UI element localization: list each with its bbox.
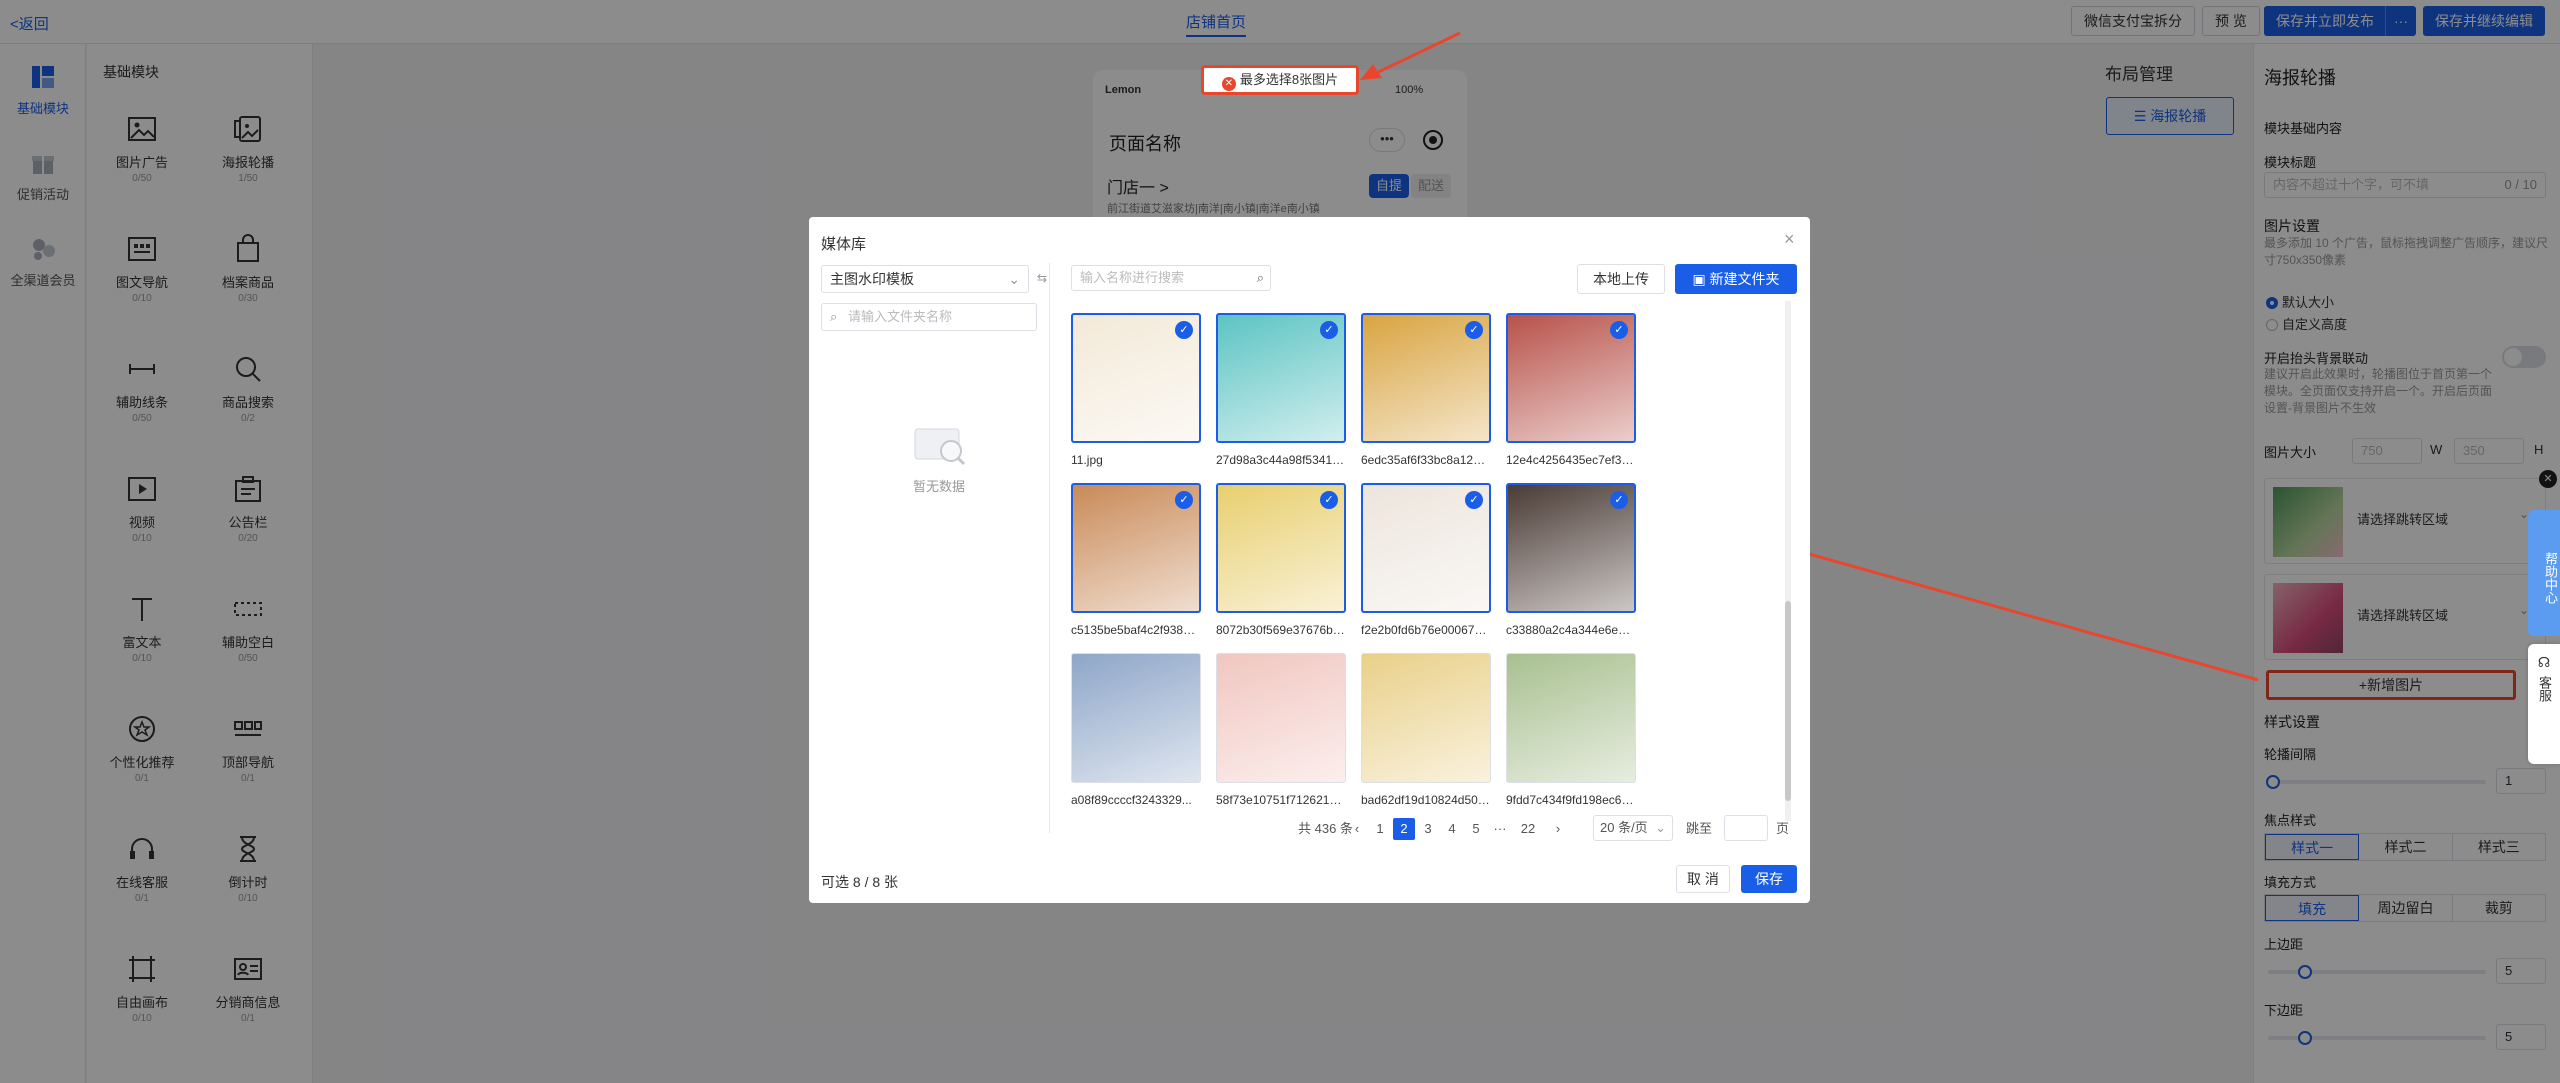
selected-check-icon[interactable]: ✓	[1175, 491, 1193, 509]
image-thumbnail[interactable]	[1071, 653, 1201, 783]
page-22[interactable]: 22	[1517, 818, 1539, 840]
image-file-name: 27d98a3c44a98f5341c76...	[1216, 453, 1346, 467]
next-page-icon[interactable]: ›	[1547, 818, 1569, 840]
toast-text: 最多选择8张图片	[1239, 72, 1339, 87]
image-card[interactable]: ✓ c33880a2c4a344e6e343...	[1506, 483, 1636, 637]
image-file-name: 6edc35af6f33bc8a12acc...	[1361, 453, 1491, 467]
image-thumbnail[interactable]	[1506, 653, 1636, 783]
service-label: 客服	[2537, 676, 2552, 702]
image-file-name: c33880a2c4a344e6e343...	[1506, 623, 1636, 637]
image-card[interactable]: ✓ 12e4c4256435ec7ef36f...	[1506, 313, 1636, 467]
page-unit: 页	[1776, 821, 1790, 836]
image-card[interactable]: a08f89ccccf3243329...	[1071, 653, 1201, 807]
selected-check-icon[interactable]: ✓	[1610, 321, 1628, 339]
image-file-name: 58f73e10751f71262157...	[1216, 793, 1346, 807]
page-1[interactable]: 1	[1369, 818, 1391, 840]
empty-state: 暂无数据	[879, 417, 999, 495]
image-thumbnail[interactable]: ✓	[1361, 483, 1491, 613]
media-library-modal: 媒体库 × 主图水印模板 ⌄ ⇆ ⌕ 请输入文件夹名称 暂无数据 输入名称进行搜索 ⌕…	[809, 217, 1810, 903]
image-thumbnail[interactable]: ✓	[1216, 483, 1346, 613]
image-grid-scrollbar[interactable]	[1785, 301, 1791, 821]
jump-page-input[interactable]	[1724, 815, 1768, 841]
max-selection-toast: ✕ 最多选择8张图片	[1201, 65, 1359, 95]
page-size-select[interactable]: 20 条/页 ⌄	[1593, 815, 1673, 841]
image-thumbnail[interactable]: ✓	[1361, 313, 1491, 443]
prev-page-icon[interactable]: ‹	[1346, 818, 1368, 840]
local-upload-button[interactable]: 本地上传	[1577, 264, 1665, 294]
headset-icon: ☊	[2537, 654, 2551, 670]
image-card[interactable]: ✓ f2e2b0fd6b76e0006788d...	[1361, 483, 1491, 637]
save-button[interactable]: 保存	[1741, 865, 1797, 893]
image-card[interactable]: ✓ 6edc35af6f33bc8a12acc...	[1361, 313, 1491, 467]
image-file-name: c5135be5baf4c2f9383e...	[1071, 623, 1201, 637]
selected-check-icon[interactable]: ✓	[1320, 321, 1338, 339]
page-ellipsis[interactable]: ···	[1489, 818, 1511, 840]
image-file-name: a08f89ccccf3243329...	[1071, 793, 1192, 807]
panel-divider	[1049, 263, 1050, 833]
empty-text: 暂无数据	[912, 479, 965, 494]
image-card[interactable]: ✓ c5135be5baf4c2f9383e...	[1071, 483, 1201, 637]
page-5[interactable]: 5	[1465, 818, 1487, 840]
image-thumbnail[interactable]	[1361, 653, 1491, 783]
folder-icon: ▣	[1692, 271, 1710, 287]
available-count: 可选 8 / 8 张	[821, 874, 899, 890]
selected-check-icon[interactable]: ✓	[1610, 491, 1628, 509]
search-icon: ⌕	[1256, 270, 1264, 285]
cancel-button[interactable]: 取 消	[1676, 865, 1730, 893]
image-thumbnail[interactable]: ✓	[1071, 313, 1201, 443]
page-size-value: 20 条/页	[1600, 820, 1648, 835]
search-icon: ⌕	[830, 309, 838, 324]
modal-title: 媒体库	[821, 236, 867, 253]
image-file-name: 12e4c4256435ec7ef36f...	[1506, 453, 1636, 467]
image-search-input[interactable]: 输入名称进行搜索 ⌕	[1071, 265, 1271, 291]
image-thumbnail[interactable]	[1216, 653, 1346, 783]
image-thumbnail[interactable]: ✓	[1071, 483, 1201, 613]
image-card[interactable]: 58f73e10751f71262157...	[1216, 653, 1346, 807]
image-file-name: bad62df19d10824d50c8...	[1361, 793, 1491, 807]
page-3[interactable]: 3	[1417, 818, 1439, 840]
selected-check-icon[interactable]: ✓	[1465, 491, 1483, 509]
total-count: 共 436 条	[1298, 821, 1353, 836]
error-icon: ✕	[1221, 77, 1236, 91]
image-card[interactable]: ✓ 11.jpg	[1071, 313, 1201, 467]
jump-label: 跳至	[1686, 821, 1713, 836]
chevron-down-icon: ⌄	[1655, 820, 1666, 835]
empty-box-icon	[914, 428, 966, 466]
help-center-widget[interactable]: 帮助中心	[2528, 510, 2560, 636]
collapse-icon[interactable]: ⇆	[1037, 271, 1047, 285]
new-folder-button[interactable]: ▣ 新建文件夹	[1675, 264, 1797, 294]
image-card[interactable]: bad62df19d10824d50c8...	[1361, 653, 1491, 807]
selected-check-icon[interactable]: ✓	[1175, 321, 1193, 339]
image-file-name: f2e2b0fd6b76e0006788d...	[1361, 623, 1491, 637]
image-card[interactable]: ✓ 27d98a3c44a98f5341c76...	[1216, 313, 1346, 467]
image-file-name: 8072b30f569e37676b2...	[1216, 623, 1346, 637]
image-thumbnail[interactable]: ✓	[1506, 313, 1636, 443]
folder-select-value: 主图水印模板	[830, 271, 914, 287]
image-file-name: 9fdd7c434f9fd198ec64...	[1506, 793, 1636, 807]
image-card[interactable]: 9fdd7c434f9fd198ec64...	[1506, 653, 1636, 807]
image-card[interactable]: ✓ 8072b30f569e37676b2...	[1216, 483, 1346, 637]
customer-service-widget[interactable]: ☊ 客服	[2528, 644, 2560, 764]
page-4[interactable]: 4	[1441, 818, 1463, 840]
image-thumbnail[interactable]: ✓	[1216, 313, 1346, 443]
folder-search-input[interactable]: ⌕ 请输入文件夹名称	[821, 303, 1037, 331]
image-file-name: 11.jpg	[1071, 453, 1103, 467]
page-2[interactable]: 2	[1393, 818, 1415, 840]
selected-check-icon[interactable]: ✓	[1465, 321, 1483, 339]
image-search-placeholder: 输入名称进行搜索	[1080, 270, 1185, 285]
selected-check-icon[interactable]: ✓	[1320, 491, 1338, 509]
chevron-down-icon: ⌄	[1008, 271, 1020, 287]
close-icon[interactable]: ×	[1784, 229, 1795, 250]
image-thumbnail[interactable]: ✓	[1506, 483, 1636, 613]
folder-select[interactable]: 主图水印模板 ⌄	[821, 265, 1029, 293]
folder-search-placeholder: 请输入文件夹名称	[848, 309, 953, 324]
new-folder-label: 新建文件夹	[1709, 271, 1780, 287]
